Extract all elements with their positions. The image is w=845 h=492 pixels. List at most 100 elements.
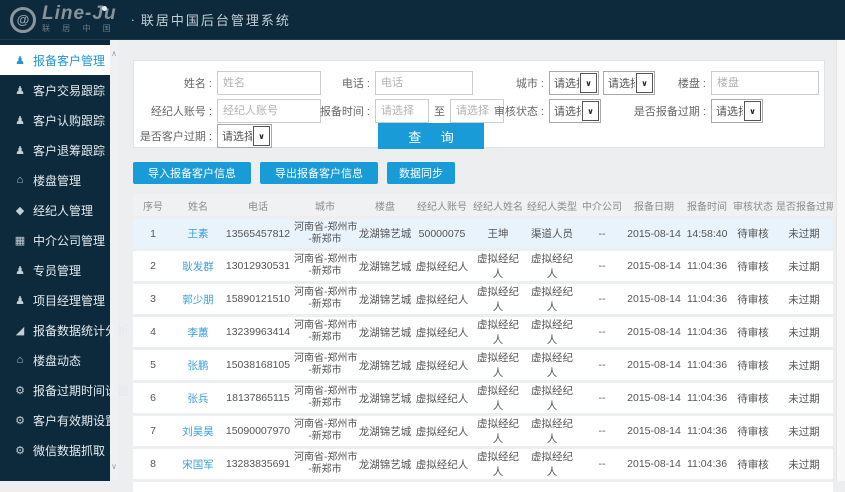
sidebar-item[interactable]: ♟ 客户退筹跟踪 [0,135,118,165]
cell-phone: 15038168105 [223,350,293,380]
sidebar-menu: ♟ 报备客户管理 ♟ 客户交易跟踪 ♟ 客户认购跟踪 ♟ 客户退筹跟踪 ⌂ 楼盘… [0,40,129,465]
cell-agency: -- [579,284,625,314]
sidebar-item[interactable]: ⚙ 微信数据抓取 [0,435,118,465]
cell-city: 河南省-郑州市 -新郑市 [293,284,357,314]
search-button[interactable]: 查 询 [378,123,484,149]
chevron-down-icon: ∨ [582,101,599,121]
cell-report-time: 11:04:36 [683,284,731,314]
sidebar-item-label: 专员管理 [33,263,82,278]
cell-report-date: 2015-08-14 [625,416,683,446]
cell-name-link[interactable]: 张鹏 [173,350,223,380]
audit-status-select[interactable]: 请选择 ∨ [549,99,601,123]
sidebar-item-label: 项目经理管理 [33,293,106,308]
table-row[interactable]: 5 张鹏 15038168105 河南省-郑州市 -新郑市 龙湖锦艺城 虚拟经纪… [133,350,833,380]
chevron-down-icon: ∨ [580,73,597,93]
cell-phone: 15890121510 [223,284,293,314]
column-header: 经纪人账号 [413,194,471,216]
chart-icon: ◢ [15,324,25,337]
sidebar-item[interactable]: ⌂ 楼盘管理 [0,165,118,195]
column-header: 报备时间 [683,194,731,216]
sidebar-item[interactable]: ♟ 项目经理管理 [0,285,118,315]
main-scrollbar[interactable] [836,40,845,481]
cell-building: 龙湖锦艺城 [357,219,413,248]
building-input[interactable] [711,71,819,95]
sync-button[interactable]: 数据同步 [387,162,455,184]
column-header: 楼盘 [357,194,413,216]
report-expired-select[interactable]: 请选择 ∨ [711,99,763,123]
cell-city: 河南省-郑州市 -新郑市 [293,416,357,446]
cell-report-time: 11:04:36 [683,383,731,413]
table-row[interactable]: 2 耿发群 13012930531 河南省-郑州市 -新郑市 龙湖锦艺城 虚拟经… [133,251,833,281]
sidebar-item[interactable]: ▦ 中介公司管理 [0,225,118,255]
cell-expired: 未过期 [775,251,833,281]
column-header: 经纪人类型 [525,194,579,216]
sidebar-item-label: 客户退筹跟踪 [33,143,106,158]
table-row[interactable]: 4 李蕙 13239963414 河南省-郑州市 -新郑市 龙湖锦艺城 虚拟经纪… [133,317,833,347]
table-row[interactable]: 6 张兵 18137865115 河南省-郑州市 -新郑市 龙湖锦艺城 虚拟经纪… [133,383,833,413]
export-button[interactable]: 导出报备客户信息 [260,162,378,184]
sidebar-item[interactable]: ⌂ 楼盘动态 [0,345,118,375]
gear-icon: ⚙ [15,444,25,457]
manager-icon: ♟ [15,294,25,307]
sidebar-scrollbar[interactable]: ∧ ∨ [110,40,118,481]
cell-city: 河南省-郑州市 -新郑市 [293,449,357,479]
cell-audit-status: 待审核 [731,416,775,446]
cell-name-link[interactable]: 宋国军 [173,449,223,479]
table-row[interactable]: 3 郭少朋 15890121510 河南省-郑州市 -新郑市 龙湖锦艺城 虚拟经… [133,284,833,314]
phone-input[interactable] [375,71,473,95]
cell-name-link[interactable]: 刘昊昊 [173,416,223,446]
cell-agent-account: 虚拟经纪人 [413,284,471,314]
logo: @ Line-Ju 联 居 中 国 [10,4,117,34]
cell-agent-name: 虚拟经纪人 [471,416,525,446]
cell-name-link[interactable]: 张兵 [173,383,223,413]
logo-subtitle: 联 居 中 国 [42,24,116,33]
cell-audit-status: 待审核 [731,284,775,314]
cell-index: 4 [133,317,173,347]
import-button[interactable]: 导入报备客户信息 [133,162,251,184]
company-icon: ▦ [14,234,26,247]
table-row[interactable]: 8 宋国军 13283835691 河南省-郑州市 -新郑市 龙湖锦艺城 虚拟经… [133,449,833,479]
cell-name-link[interactable]: 李蕙 [173,317,223,347]
cell-name-link[interactable]: 耿发群 [173,251,223,281]
sidebar-item[interactable]: ♟ 客户交易跟踪 [0,75,118,105]
sidebar-item-label: 客户认购跟踪 [33,113,106,128]
cell-agent-account: 虚拟经纪人 [413,251,471,281]
sidebar-item[interactable]: ⚙ 客户有效期设置 [0,405,118,435]
sidebar-item-label: 楼盘管理 [33,173,82,188]
chevron-down-icon[interactable]: ∨ [111,463,117,471]
user-icon: ♟ [15,264,25,277]
cell-building: 龙湖锦艺城 [357,284,413,314]
cell-report-time: 11:04:36 [683,416,731,446]
cell-index: 1 [133,219,173,248]
city-label: 城市 : [515,78,544,90]
cell-building: 龙湖锦艺城 [357,449,413,479]
cell-agency: -- [579,383,625,413]
sidebar-item[interactable]: ♟ 报备客户管理 [0,45,118,75]
cell-report-date: 2015-08-14 [625,350,683,380]
cell-agent-name: 虚拟经纪人 [471,350,525,380]
cell-report-date: 2015-08-14 [625,317,683,347]
sidebar-item-label: 经纪人管理 [33,203,94,218]
customer-trade-icon: ♟ [15,84,25,97]
chevron-up-icon[interactable]: ∧ [111,50,117,58]
sidebar-item[interactable]: ♟ 专员管理 [0,255,118,285]
customer-expired-select[interactable]: 请选择 ∨ [217,124,272,148]
building-label: 楼盘 : [677,78,706,90]
sidebar-item[interactable]: ◆ 经纪人管理 [0,195,118,225]
cell-name-link[interactable]: 王素 [173,219,223,248]
sidebar-item[interactable]: ⚙ 报备过期时间设置 [0,375,129,405]
cell-building: 龙湖锦艺城 [357,416,413,446]
column-header: 审核状态 [731,194,775,216]
cell-report-date: 2015-08-14 [625,219,683,248]
sidebar-item[interactable]: ◢ 报备数据统计分析 [0,315,129,345]
cell-phone: 13012930531 [223,251,293,281]
cell-index: 7 [133,416,173,446]
cell-name-link[interactable]: 郭少朋 [173,284,223,314]
report-time-from-input[interactable] [375,99,429,123]
cell-phone: 13565457812 [223,219,293,248]
sidebar-item[interactable]: ♟ 客户认购跟踪 [0,105,118,135]
table-row[interactable]: 1 王素 13565457812 河南省-郑州市 -新郑市 龙湖锦艺城 5000… [133,219,833,248]
cell-city: 河南省-郑州市 -新郑市 [293,350,357,380]
city-province-select[interactable]: 请选择 ∨ [549,71,599,95]
table-row[interactable]: 7 刘昊昊 15090007970 河南省-郑州市 -新郑市 龙湖锦艺城 虚拟经… [133,416,833,446]
